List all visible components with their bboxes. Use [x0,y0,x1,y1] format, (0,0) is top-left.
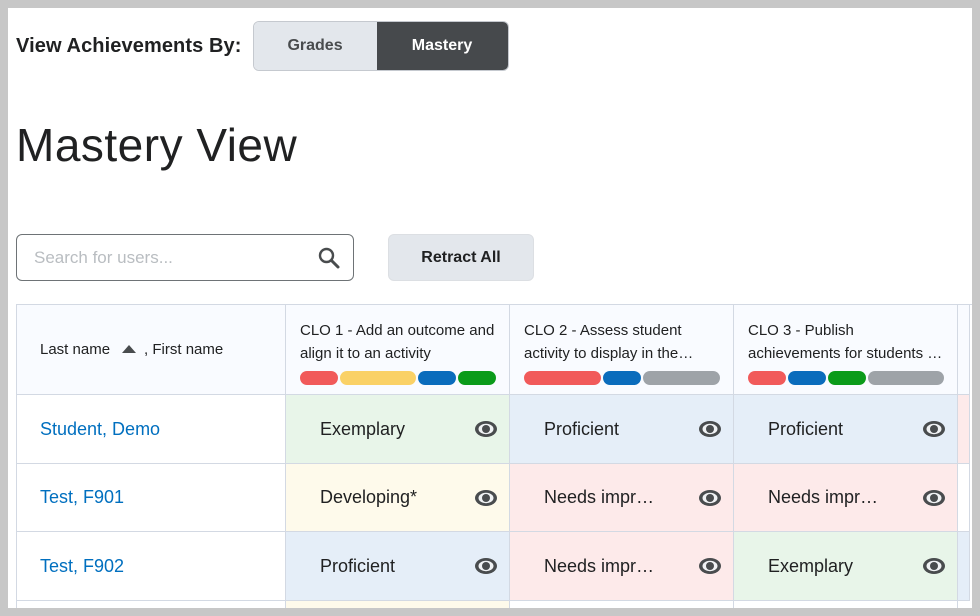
eye-icon[interactable] [921,419,947,439]
first-name-sort[interactable]: , First name [144,341,223,358]
last-name-sort[interactable]: Last name [40,341,110,358]
eye-icon[interactable] [697,488,723,508]
eye-icon[interactable] [697,419,723,439]
sort-ascending-icon[interactable] [122,344,137,353]
page-frame: View Achievements By: Grades Mastery Mas… [8,8,972,608]
mastery-cell[interactable]: Proficient [734,395,958,464]
mastery-cell[interactable]: Proficient [286,532,510,601]
name-column-header[interactable]: Last name , First name [17,305,286,395]
eye-icon[interactable] [697,556,723,576]
distribution-segment [643,371,720,385]
eye-icon[interactable] [921,488,947,508]
distribution-segment [524,371,601,385]
mastery-level: Proficient [768,418,844,439]
next-column-edge [958,464,970,532]
eye-icon[interactable] [921,556,947,576]
distribution-segment [458,371,496,385]
outcome-title: CLO 2 - Assess student activity to displ… [524,322,682,362]
distribution-segment [788,371,826,385]
mastery-cell[interactable]: Developing* [286,464,510,532]
mastery-level: Needs impr… [768,487,879,507]
mastery-cell[interactable]: Needs impr… [734,464,958,532]
mastery-cell[interactable]: Proficient [510,395,734,464]
distribution-segment [300,371,338,385]
next-column-edge [958,395,970,464]
table-row-partial [510,601,734,608]
outcome-distribution-bar [748,371,944,385]
mastery-level: Exemplary [320,418,406,439]
distribution-segment [602,371,642,385]
table-row-name[interactable]: Test, F902 [17,532,286,601]
search-input[interactable]: Search for users... [16,234,354,281]
table-row-name[interactable]: Test, F901 [17,464,286,532]
outcome-distribution-bar [524,371,720,385]
view-toggle-label: View Achievements By: [16,34,242,57]
page-title: Mastery View [16,119,298,171]
mastery-cell[interactable]: Needs impr… [510,464,734,532]
eye-icon[interactable] [473,556,499,576]
mastery-level: Needs impr… [544,555,655,576]
grades-toggle-button[interactable]: Grades [253,22,377,70]
mastery-level: Developing* [320,487,418,507]
outcome-header-3[interactable]: CLO 3 - Publish achievements for student… [734,305,958,395]
table-row-partial [734,601,958,608]
table-row-partial [286,601,510,608]
outcome-distribution-bar [300,371,496,385]
mastery-toggle-button[interactable]: Mastery [376,22,508,70]
mastery-level: Needs impr… [544,487,655,507]
distribution-segment [340,371,416,385]
outcome-title: CLO 1 - Add an outcome and align it to a… [300,322,495,362]
outcome-title: CLO 3 - Publish achievements for student… [748,322,940,362]
search-icon[interactable] [309,238,349,278]
next-column-edge [958,305,970,395]
table-row-name[interactable]: Student, Demo [17,395,286,464]
distribution-segment [418,371,456,385]
view-toggle: View Achievements By: Grades Mastery [16,21,509,71]
mastery-table: Last name , First name CLO 1 - Add an ou… [16,304,972,608]
distribution-segment [748,371,786,385]
mastery-cell[interactable]: Exemplary [286,395,510,464]
mastery-cell[interactable]: Needs impr… [510,532,734,601]
next-column-edge [958,532,970,601]
mastery-cell[interactable]: Exemplary [734,532,958,601]
mastery-level: Exemplary [768,555,854,576]
view-toggle-group: Grades Mastery [252,21,509,71]
eye-icon[interactable] [473,419,499,439]
eye-icon[interactable] [473,488,499,508]
table-row-partial [17,601,286,608]
distribution-segment [828,371,866,385]
search-placeholder: Search for users... [34,247,173,267]
retract-all-button[interactable]: Retract All [388,234,534,281]
outcome-header-2[interactable]: CLO 2 - Assess student activity to displ… [510,305,734,395]
distribution-segment [868,371,944,385]
mastery-level: Proficient [320,555,396,576]
outcome-header-1[interactable]: CLO 1 - Add an outcome and align it to a… [286,305,510,395]
mastery-level: Proficient [544,418,620,439]
